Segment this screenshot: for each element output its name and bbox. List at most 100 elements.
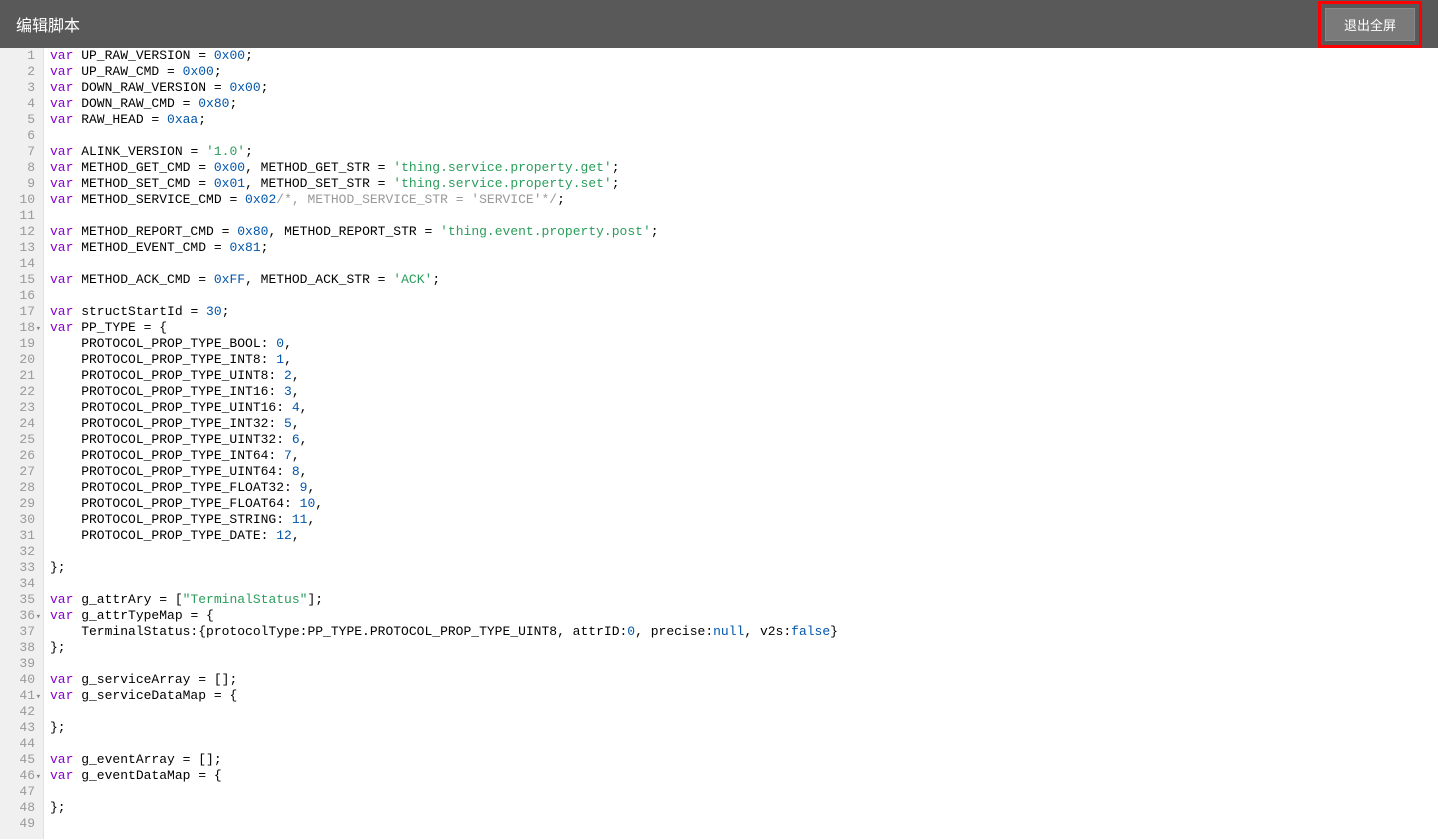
line-number: 35 [4, 592, 35, 608]
line-number: 44 [4, 736, 35, 752]
code-line[interactable]: var METHOD_GET_CMD = 0x00, METHOD_GET_ST… [50, 160, 1438, 176]
line-number: 9 [4, 176, 35, 192]
fold-marker-icon[interactable]: ▾ [36, 321, 41, 337]
code-line[interactable] [50, 256, 1438, 272]
line-number: 26 [4, 448, 35, 464]
line-number: 31 [4, 528, 35, 544]
code-line[interactable]: PROTOCOL_PROP_TYPE_UINT16: 4, [50, 400, 1438, 416]
code-line[interactable]: PROTOCOL_PROP_TYPE_INT64: 7, [50, 448, 1438, 464]
page-title: 编辑脚本 [16, 12, 80, 36]
code-line[interactable]: }; [50, 640, 1438, 656]
code-line[interactable]: var METHOD_REPORT_CMD = 0x80, METHOD_REP… [50, 224, 1438, 240]
code-line[interactable]: var g_serviceDataMap = { [50, 688, 1438, 704]
line-number: 11 [4, 208, 35, 224]
line-number: 17 [4, 304, 35, 320]
code-line[interactable]: }; [50, 560, 1438, 576]
code-line[interactable] [50, 704, 1438, 720]
code-line[interactable]: var g_attrAry = ["TerminalStatus"]; [50, 592, 1438, 608]
exit-fullscreen-button[interactable]: 退出全屏 [1325, 8, 1415, 41]
line-number: 5 [4, 112, 35, 128]
line-number: 46▾ [4, 768, 35, 784]
code-line[interactable]: PROTOCOL_PROP_TYPE_UINT8: 2, [50, 368, 1438, 384]
code-line[interactable] [50, 288, 1438, 304]
code-line[interactable]: TerminalStatus:{protocolType:PP_TYPE.PRO… [50, 624, 1438, 640]
code-line[interactable]: var PP_TYPE = { [50, 320, 1438, 336]
code-line[interactable] [50, 784, 1438, 800]
code-line[interactable] [50, 736, 1438, 752]
line-number: 4 [4, 96, 35, 112]
line-number: 25 [4, 432, 35, 448]
line-number: 14 [4, 256, 35, 272]
fold-marker-icon[interactable]: ▾ [36, 689, 41, 705]
code-line[interactable]: PROTOCOL_PROP_TYPE_INT32: 5, [50, 416, 1438, 432]
code-line[interactable]: PROTOCOL_PROP_TYPE_BOOL: 0, [50, 336, 1438, 352]
code-line[interactable]: }; [50, 720, 1438, 736]
code-line[interactable]: var g_eventArray = []; [50, 752, 1438, 768]
line-number: 42 [4, 704, 35, 720]
line-number: 8 [4, 160, 35, 176]
code-line[interactable]: var DOWN_RAW_CMD = 0x80; [50, 96, 1438, 112]
line-number: 47 [4, 784, 35, 800]
code-line[interactable] [50, 208, 1438, 224]
line-number: 40 [4, 672, 35, 688]
code-line[interactable] [50, 576, 1438, 592]
code-line[interactable]: var g_serviceArray = []; [50, 672, 1438, 688]
line-number: 30 [4, 512, 35, 528]
fold-marker-icon[interactable]: ▾ [36, 609, 41, 625]
code-line[interactable]: var UP_RAW_CMD = 0x00; [50, 64, 1438, 80]
code-line[interactable] [50, 128, 1438, 144]
code-line[interactable]: PROTOCOL_PROP_TYPE_UINT64: 8, [50, 464, 1438, 480]
code-line[interactable]: PROTOCOL_PROP_TYPE_INT8: 1, [50, 352, 1438, 368]
line-number: 16 [4, 288, 35, 304]
code-line[interactable]: PROTOCOL_PROP_TYPE_UINT32: 6, [50, 432, 1438, 448]
code-line[interactable]: PROTOCOL_PROP_TYPE_STRING: 11, [50, 512, 1438, 528]
line-number: 15 [4, 272, 35, 288]
code-line[interactable]: var ALINK_VERSION = '1.0'; [50, 144, 1438, 160]
fold-marker-icon[interactable]: ▾ [36, 769, 41, 785]
line-number: 29 [4, 496, 35, 512]
code-line[interactable]: var g_eventDataMap = { [50, 768, 1438, 784]
line-number: 19 [4, 336, 35, 352]
editor-header: 编辑脚本 退出全屏 [0, 0, 1438, 48]
code-line[interactable]: var UP_RAW_VERSION = 0x00; [50, 48, 1438, 64]
line-number-gutter: 123456789101112131415161718▾192021222324… [0, 48, 44, 839]
line-number: 38 [4, 640, 35, 656]
line-number: 32 [4, 544, 35, 560]
line-number: 23 [4, 400, 35, 416]
code-line[interactable]: PROTOCOL_PROP_TYPE_DATE: 12, [50, 528, 1438, 544]
code-content[interactable]: var UP_RAW_VERSION = 0x00;var UP_RAW_CMD… [44, 48, 1438, 839]
line-number: 27 [4, 464, 35, 480]
code-line[interactable] [50, 656, 1438, 672]
code-line[interactable]: var METHOD_ACK_CMD = 0xFF, METHOD_ACK_ST… [50, 272, 1438, 288]
code-line[interactable] [50, 544, 1438, 560]
line-number: 10 [4, 192, 35, 208]
line-number: 41▾ [4, 688, 35, 704]
line-number: 24 [4, 416, 35, 432]
line-number: 13 [4, 240, 35, 256]
line-number: 28 [4, 480, 35, 496]
line-number: 39 [4, 656, 35, 672]
code-line[interactable]: var METHOD_SERVICE_CMD = 0x02/*, METHOD_… [50, 192, 1438, 208]
line-number: 49 [4, 816, 35, 832]
code-line[interactable]: var g_attrTypeMap = { [50, 608, 1438, 624]
code-line[interactable]: PROTOCOL_PROP_TYPE_INT16: 3, [50, 384, 1438, 400]
code-line[interactable]: var METHOD_SET_CMD = 0x01, METHOD_SET_ST… [50, 176, 1438, 192]
line-number: 6 [4, 128, 35, 144]
line-number: 18▾ [4, 320, 35, 336]
code-line[interactable]: }; [50, 800, 1438, 816]
line-number: 34 [4, 576, 35, 592]
line-number: 37 [4, 624, 35, 640]
code-line[interactable]: var DOWN_RAW_VERSION = 0x00; [50, 80, 1438, 96]
line-number: 1 [4, 48, 35, 64]
code-line[interactable]: var METHOD_EVENT_CMD = 0x81; [50, 240, 1438, 256]
code-line[interactable]: var RAW_HEAD = 0xaa; [50, 112, 1438, 128]
line-number: 3 [4, 80, 35, 96]
code-line[interactable] [50, 816, 1438, 832]
code-line[interactable]: PROTOCOL_PROP_TYPE_FLOAT64: 10, [50, 496, 1438, 512]
code-line[interactable]: PROTOCOL_PROP_TYPE_FLOAT32: 9, [50, 480, 1438, 496]
line-number: 22 [4, 384, 35, 400]
line-number: 20 [4, 352, 35, 368]
code-line[interactable]: var structStartId = 30; [50, 304, 1438, 320]
line-number: 45 [4, 752, 35, 768]
code-editor[interactable]: 123456789101112131415161718▾192021222324… [0, 48, 1438, 839]
